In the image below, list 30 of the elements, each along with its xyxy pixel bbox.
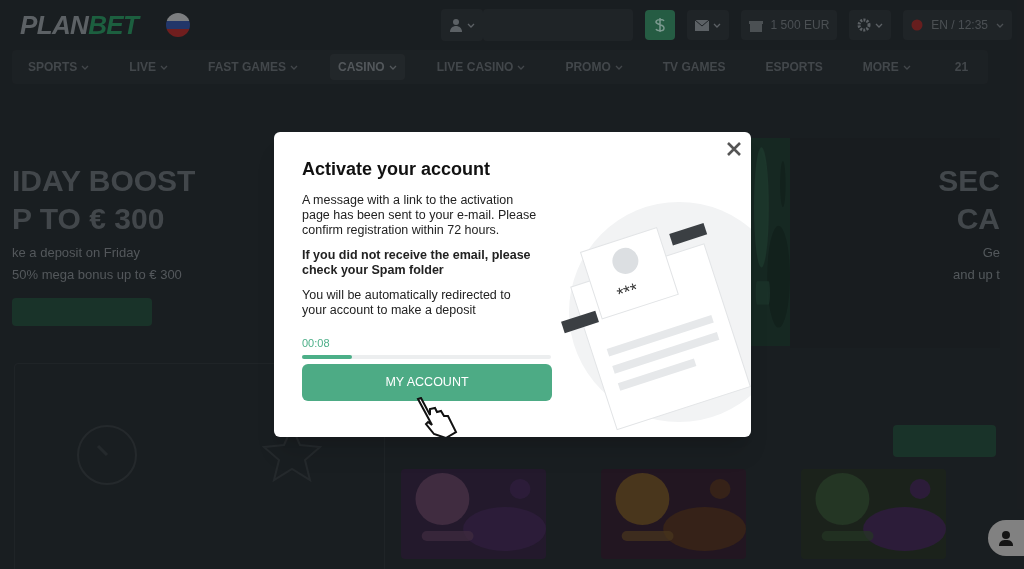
dialog-text: A message with a link to the activation page has been sent to your e-mail. Please confirm registration within 72 hours. xyxy=(302,193,537,238)
flag-icon[interactable] xyxy=(166,13,191,37)
timer-text: 00:08 xyxy=(302,336,331,351)
banner-text: ke a deposit on Friday xyxy=(12,244,141,262)
banner-text: Ge xyxy=(982,244,1000,262)
close-icon xyxy=(725,140,743,158)
caret-icon xyxy=(875,22,884,28)
banner-text: 50% mega bonus up to € 300 xyxy=(12,266,183,284)
caret-icon xyxy=(466,22,475,28)
settings-icon xyxy=(857,18,872,32)
gift-icon xyxy=(748,18,763,32)
logo[interactable]: PLANBET xyxy=(20,5,139,45)
close-button[interactable] xyxy=(725,140,743,158)
my-account-button[interactable]: MY ACCOUNT xyxy=(302,363,552,401)
user-button[interactable] xyxy=(440,9,483,41)
support-icon xyxy=(999,530,1013,546)
dollar-icon xyxy=(653,17,666,33)
dialog-text: You will be automatically redirected to your account to make a deposit xyxy=(302,288,512,318)
deposit-button[interactable] xyxy=(644,10,675,40)
user-icon xyxy=(448,18,463,32)
caret-icon xyxy=(712,22,721,28)
banner-text: and up t xyxy=(953,266,1000,284)
settings-button[interactable] xyxy=(849,10,892,40)
mail-icon xyxy=(694,19,709,31)
support-button[interactable] xyxy=(988,520,1024,556)
mail-button[interactable] xyxy=(686,10,729,40)
caret-icon xyxy=(996,22,1004,28)
dialog-title: Activate your account xyxy=(302,158,492,181)
dialog-text: If you did not receive the email, please check your Spam folder xyxy=(302,248,532,278)
password-mask: *** xyxy=(614,279,641,305)
